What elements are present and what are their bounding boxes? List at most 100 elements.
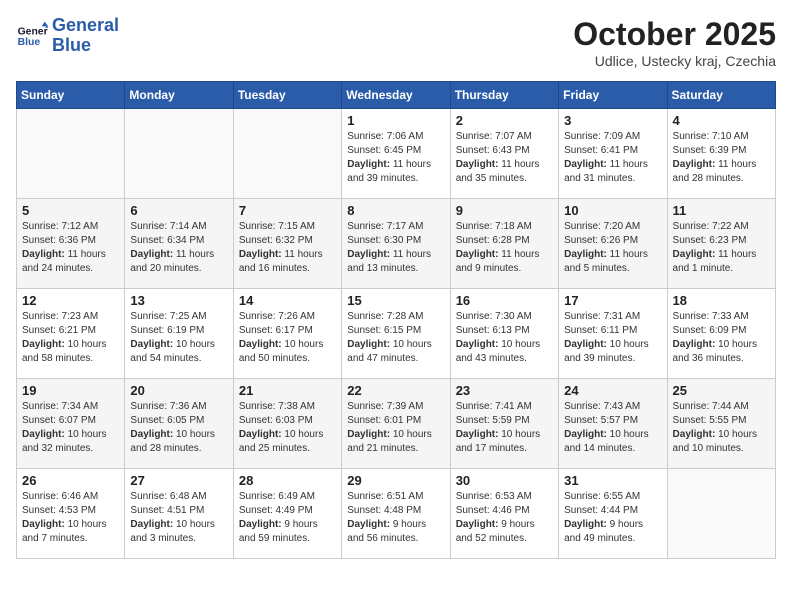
day-content: Sunrise: 7:25 AMSunset: 6:19 PMDaylight:… [130, 310, 227, 366]
day-content: Sunrise: 7:41 AMSunset: 5:59 PMDaylight:… [456, 400, 553, 456]
calendar-cell: 5 Sunrise: 7:12 AMSunset: 6:36 PMDaylight… [17, 199, 125, 289]
calendar-week-row: 19 Sunrise: 7:34 AMSunset: 6:07 PMDayligh… [17, 379, 776, 469]
day-content: Sunrise: 7:14 AMSunset: 6:34 PMDaylight:… [130, 220, 227, 276]
calendar-cell: 2 Sunrise: 7:07 AMSunset: 6:43 PMDaylight… [450, 109, 558, 199]
day-number: 23 [456, 383, 553, 398]
calendar-cell: 18Sunrise: 7:33 AMSunset: 6:09 PMDayligh… [667, 289, 775, 379]
calendar-week-row: 12 Sunrise: 7:23 AMSunset: 6:21 PMDayligh… [17, 289, 776, 379]
day-number: 26 [22, 473, 119, 488]
day-number: 12 [22, 293, 119, 308]
calendar-week-row: 5 Sunrise: 7:12 AMSunset: 6:36 PMDaylight… [17, 199, 776, 289]
calendar-cell: 31Sunrise: 6:55 AMSunset: 4:44 PMDayligh… [559, 469, 667, 559]
day-number: 22 [347, 383, 444, 398]
calendar-body: 1 Sunrise: 7:06 AMSunset: 6:45 PMDaylight… [17, 109, 776, 559]
calendar-cell: 15 Sunrise: 7:28 AMSunset: 6:15 PMDayligh… [342, 289, 450, 379]
calendar-cell: 23 Sunrise: 7:41 AMSunset: 5:59 PMDayligh… [450, 379, 558, 469]
calendar-cell: 6 Sunrise: 7:14 AMSunset: 6:34 PMDaylight… [125, 199, 233, 289]
day-number: 1 [347, 113, 444, 128]
day-content: Sunrise: 6:46 AMSunset: 4:53 PMDaylight:… [22, 490, 119, 546]
day-number: 19 [22, 383, 119, 398]
day-number: 2 [456, 113, 553, 128]
day-content: Sunrise: 7:15 AMSunset: 6:32 PMDaylight:… [239, 220, 336, 276]
day-content: Sunrise: 7:09 AMSunset: 6:41 PMDaylight:… [564, 130, 661, 186]
day-number: 6 [130, 203, 227, 218]
day-number: 17 [564, 293, 661, 308]
weekday-header-cell: Thursday [450, 82, 558, 109]
day-number: 20 [130, 383, 227, 398]
weekday-header-row: SundayMondayTuesdayWednesdayThursdayFrid… [17, 82, 776, 109]
calendar-week-row: 1 Sunrise: 7:06 AMSunset: 6:45 PMDaylight… [17, 109, 776, 199]
day-content: Sunrise: 7:36 AMSunset: 6:05 PMDaylight:… [130, 400, 227, 456]
calendar-cell: 8Sunrise: 7:17 AMSunset: 6:30 PMDaylight… [342, 199, 450, 289]
calendar-cell: 16Sunrise: 7:30 AMSunset: 6:13 PMDayligh… [450, 289, 558, 379]
weekday-header-cell: Monday [125, 82, 233, 109]
day-number: 11 [673, 203, 770, 218]
day-number: 3 [564, 113, 661, 128]
calendar-table: SundayMondayTuesdayWednesdayThursdayFrid… [16, 81, 776, 559]
day-content: Sunrise: 6:51 AMSunset: 4:48 PMDaylight:… [347, 490, 444, 546]
day-number: 27 [130, 473, 227, 488]
day-number: 18 [673, 293, 770, 308]
day-content: Sunrise: 7:06 AMSunset: 6:45 PMDaylight:… [347, 130, 444, 186]
day-content: Sunrise: 7:23 AMSunset: 6:21 PMDaylight:… [22, 310, 119, 366]
weekday-header-cell: Tuesday [233, 82, 341, 109]
day-content: Sunrise: 7:10 AMSunset: 6:39 PMDaylight:… [673, 130, 770, 186]
day-content: Sunrise: 6:49 AMSunset: 4:49 PMDaylight:… [239, 490, 336, 546]
svg-text:General: General [18, 26, 48, 37]
calendar-cell: 14Sunrise: 7:26 AMSunset: 6:17 PMDayligh… [233, 289, 341, 379]
weekday-header-cell: Saturday [667, 82, 775, 109]
calendar-cell [233, 109, 341, 199]
calendar-cell: 28 Sunrise: 6:49 AMSunset: 4:49 PMDayligh… [233, 469, 341, 559]
calendar-cell: 19 Sunrise: 7:34 AMSunset: 6:07 PMDayligh… [17, 379, 125, 469]
title-block: October 2025 Udlice, Ustecky kraj, Czech… [573, 16, 776, 69]
day-number: 30 [456, 473, 553, 488]
day-content: Sunrise: 7:43 AMSunset: 5:57 PMDaylight:… [564, 400, 661, 456]
day-content: Sunrise: 7:28 AMSunset: 6:15 PMDaylight:… [347, 310, 444, 366]
day-number: 4 [673, 113, 770, 128]
day-content: Sunrise: 7:44 AMSunset: 5:55 PMDaylight:… [673, 400, 770, 456]
day-number: 25 [673, 383, 770, 398]
calendar-title: October 2025 [573, 16, 776, 53]
day-number: 13 [130, 293, 227, 308]
day-content: Sunrise: 7:17 AMSunset: 6:30 PMDaylight:… [347, 220, 444, 276]
day-content: Sunrise: 7:39 AMSunset: 6:01 PMDaylight:… [347, 400, 444, 456]
calendar-cell: 22 Sunrise: 7:39 AMSunset: 6:01 PMDayligh… [342, 379, 450, 469]
calendar-cell: 10 Sunrise: 7:20 AMSunset: 6:26 PMDayligh… [559, 199, 667, 289]
calendar-cell: 26 Sunrise: 6:46 AMSunset: 4:53 PMDayligh… [17, 469, 125, 559]
day-number: 21 [239, 383, 336, 398]
calendar-cell: 24Sunrise: 7:43 AMSunset: 5:57 PMDayligh… [559, 379, 667, 469]
calendar-cell: 7Sunrise: 7:15 AMSunset: 6:32 PMDaylight… [233, 199, 341, 289]
calendar-week-row: 26 Sunrise: 6:46 AMSunset: 4:53 PMDayligh… [17, 469, 776, 559]
logo-line2: Blue [52, 35, 91, 55]
logo-icon: General Blue [16, 20, 48, 52]
logo-line1: General [52, 15, 119, 35]
day-content: Sunrise: 7:26 AMSunset: 6:17 PMDaylight:… [239, 310, 336, 366]
calendar-cell: 20 Sunrise: 7:36 AMSunset: 6:05 PMDayligh… [125, 379, 233, 469]
day-content: Sunrise: 7:12 AMSunset: 6:36 PMDaylight:… [22, 220, 119, 276]
calendar-cell: 17Sunrise: 7:31 AMSunset: 6:11 PMDayligh… [559, 289, 667, 379]
weekday-header-cell: Friday [559, 82, 667, 109]
day-content: Sunrise: 6:48 AMSunset: 4:51 PMDaylight:… [130, 490, 227, 546]
calendar-cell: 4 Sunrise: 7:10 AMSunset: 6:39 PMDaylight… [667, 109, 775, 199]
page-header: General Blue General Blue October 2025 U… [16, 16, 776, 69]
calendar-cell: 30Sunrise: 6:53 AMSunset: 4:46 PMDayligh… [450, 469, 558, 559]
day-content: Sunrise: 7:34 AMSunset: 6:07 PMDaylight:… [22, 400, 119, 456]
day-content: Sunrise: 7:07 AMSunset: 6:43 PMDaylight:… [456, 130, 553, 186]
day-content: Sunrise: 7:30 AMSunset: 6:13 PMDaylight:… [456, 310, 553, 366]
day-content: Sunrise: 6:55 AMSunset: 4:44 PMDaylight:… [564, 490, 661, 546]
weekday-header-cell: Sunday [17, 82, 125, 109]
day-number: 5 [22, 203, 119, 218]
weekday-header-cell: Wednesday [342, 82, 450, 109]
day-number: 28 [239, 473, 336, 488]
calendar-subtitle: Udlice, Ustecky kraj, Czechia [573, 53, 776, 69]
day-content: Sunrise: 7:18 AMSunset: 6:28 PMDaylight:… [456, 220, 553, 276]
calendar-cell: 29Sunrise: 6:51 AMSunset: 4:48 PMDayligh… [342, 469, 450, 559]
day-content: Sunrise: 7:20 AMSunset: 6:26 PMDaylight:… [564, 220, 661, 276]
svg-text:Blue: Blue [18, 37, 41, 48]
day-number: 10 [564, 203, 661, 218]
day-number: 9 [456, 203, 553, 218]
calendar-cell: 1 Sunrise: 7:06 AMSunset: 6:45 PMDaylight… [342, 109, 450, 199]
day-number: 15 [347, 293, 444, 308]
calendar-cell: 25 Sunrise: 7:44 AMSunset: 5:55 PMDayligh… [667, 379, 775, 469]
logo-text: General Blue [52, 16, 119, 56]
